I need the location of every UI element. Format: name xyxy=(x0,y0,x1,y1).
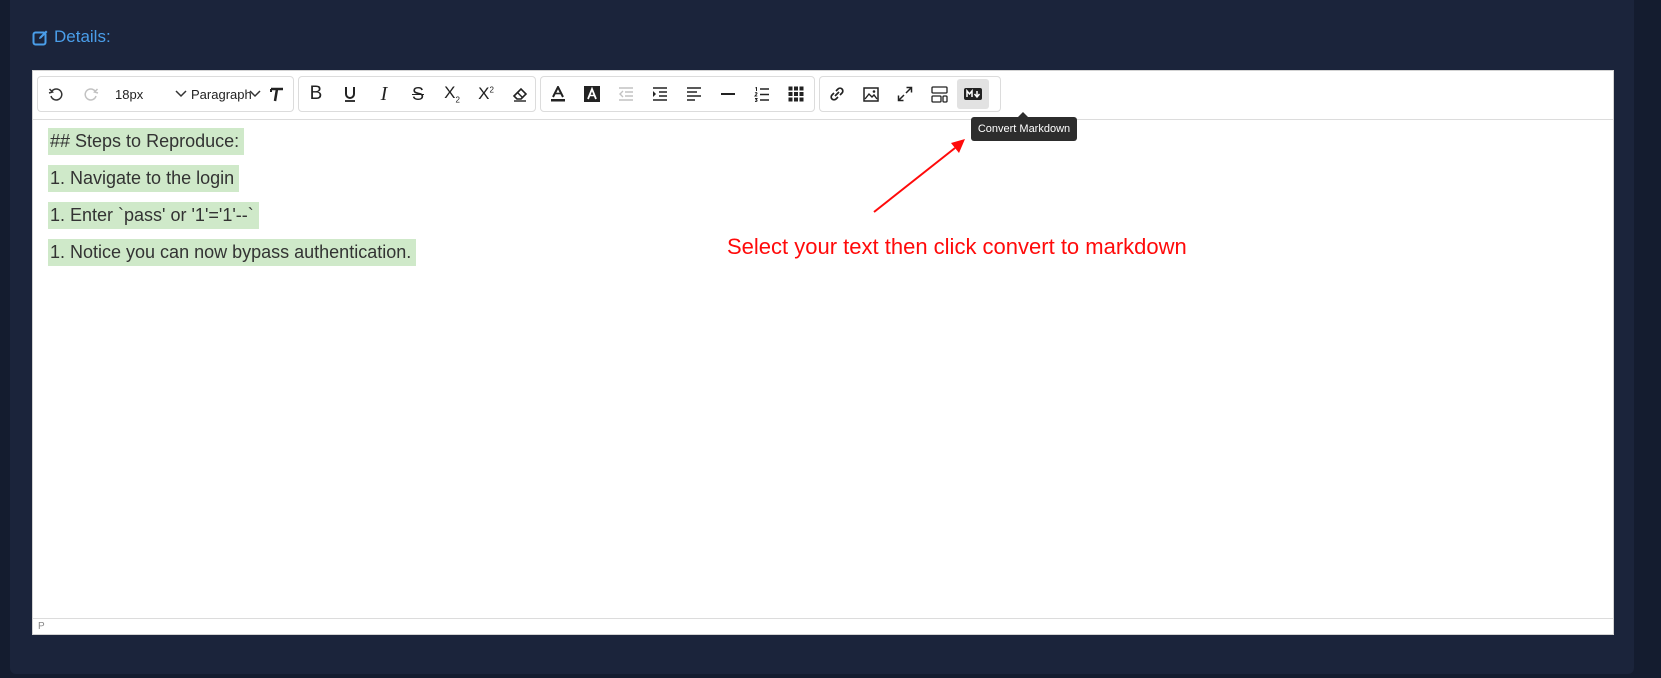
horizontal-rule-icon xyxy=(721,93,735,95)
details-heading: Details: xyxy=(32,27,111,47)
rich-text-editor[interactable]: 18px Paragraph B I S X2 X2 ## Steps to R… xyxy=(32,70,1614,635)
subscript-button[interactable]: X2 xyxy=(436,79,468,109)
italic-button[interactable]: I xyxy=(368,79,400,109)
align-left-button[interactable] xyxy=(678,79,710,109)
chevron-down-icon xyxy=(249,90,261,98)
details-label: Details: xyxy=(54,27,111,46)
show-blocks-button[interactable] xyxy=(923,79,955,109)
horizontal-rule-button[interactable] xyxy=(712,79,744,109)
superscript-mark: 2 xyxy=(489,85,494,95)
toolbar-group-history: 18px Paragraph xyxy=(37,76,294,112)
superscript-button[interactable]: X2 xyxy=(470,79,502,109)
font-color-button[interactable] xyxy=(542,79,574,109)
content-line: 1. Notice you can now bypass authenticat… xyxy=(48,239,417,266)
eraser-icon xyxy=(512,87,528,102)
fullscreen-button[interactable] xyxy=(889,79,921,109)
strikethrough-icon: S xyxy=(411,83,424,104)
highlight-color-button[interactable] xyxy=(576,79,608,109)
markdown-icon xyxy=(964,88,982,100)
underline-icon xyxy=(345,87,355,102)
redo-button[interactable] xyxy=(75,79,107,109)
subscript-icon: X2 xyxy=(444,83,460,104)
convert-markdown-tooltip: Convert Markdown xyxy=(971,112,1077,141)
numbered-list-button[interactable] xyxy=(746,79,778,109)
fullscreen-icon xyxy=(897,86,913,102)
superscript-base: X xyxy=(478,84,490,103)
indent-button[interactable] xyxy=(644,79,676,109)
chevron-down-icon xyxy=(175,90,187,98)
italic-icon: I xyxy=(380,82,388,105)
bold-icon: B xyxy=(309,83,323,104)
outdent-button[interactable] xyxy=(610,79,642,109)
link-icon xyxy=(830,87,844,101)
undo-button[interactable] xyxy=(40,79,72,109)
toolbar-group-insert xyxy=(819,76,1001,112)
bold-button[interactable]: B xyxy=(300,79,332,109)
show-blocks-icon xyxy=(930,85,948,103)
link-button[interactable] xyxy=(821,79,853,109)
redo-icon xyxy=(84,88,99,101)
indent-icon xyxy=(653,87,667,101)
element-path: P xyxy=(38,621,45,632)
underline-button[interactable] xyxy=(334,79,366,109)
subscript-base: X xyxy=(444,83,456,103)
highlight-color-icon xyxy=(584,86,600,102)
text-style-button[interactable] xyxy=(261,79,293,109)
font-size-value: 18px xyxy=(115,86,144,102)
editor-statusbar: P xyxy=(33,618,1613,634)
clear-format-button[interactable] xyxy=(504,79,536,109)
align-left-icon xyxy=(687,87,701,101)
toolbar-group-format: B I S X2 X2 xyxy=(298,76,536,112)
editor-toolbar: 18px Paragraph B I S X2 X2 xyxy=(33,71,1613,120)
table-button[interactable] xyxy=(780,79,812,109)
superscript-icon: X2 xyxy=(478,84,494,104)
text-style-icon xyxy=(270,87,283,102)
toolbar-group-paragraph xyxy=(540,76,815,112)
content-line: 1. Enter `pass' or '1'='1'--` xyxy=(48,202,259,229)
block-format-value: Paragraph xyxy=(191,86,252,102)
strikethrough-button[interactable]: S xyxy=(402,79,434,109)
edit-icon xyxy=(32,30,48,45)
image-button[interactable] xyxy=(855,79,887,109)
font-color-icon xyxy=(551,86,565,102)
numbered-list-icon xyxy=(754,86,769,102)
annotation-text: Select your text then click convert to m… xyxy=(727,234,1187,259)
undo-icon xyxy=(48,88,63,101)
block-format-select[interactable]: Paragraph xyxy=(191,79,261,109)
table-grid-icon xyxy=(788,86,804,102)
convert-markdown-button[interactable] xyxy=(957,79,989,109)
outdent-icon xyxy=(619,87,633,101)
tooltip-text: Convert Markdown xyxy=(977,123,1071,135)
image-icon xyxy=(863,86,879,102)
content-line: ## Steps to Reproduce: xyxy=(48,128,245,155)
content-line: 1. Navigate to the login xyxy=(48,165,240,192)
font-size-select[interactable]: 18px xyxy=(115,79,187,109)
subscript-mark: 2 xyxy=(455,95,460,105)
